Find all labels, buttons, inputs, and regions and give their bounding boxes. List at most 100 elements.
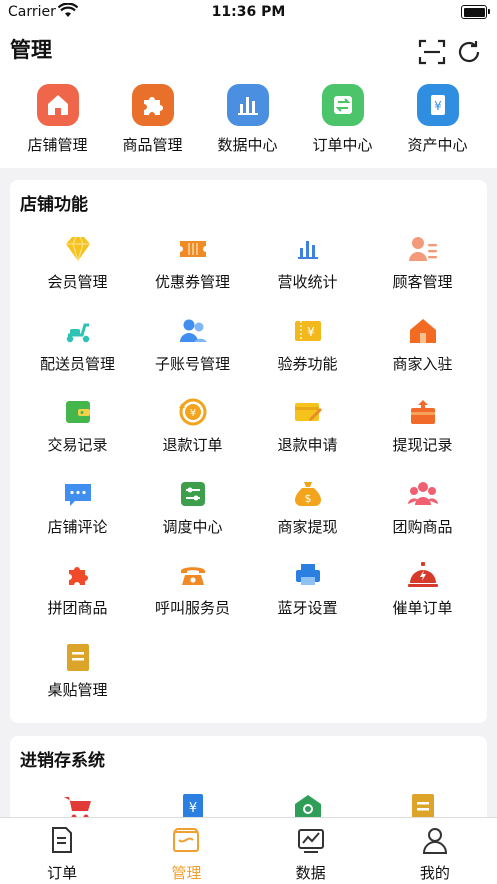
function-label: 提现记录	[392, 436, 453, 454]
coupon-check-icon: ¥	[291, 314, 325, 348]
phone-icon	[176, 558, 210, 592]
puzzle-icon	[61, 558, 95, 592]
refresh-icon[interactable]	[455, 38, 483, 66]
bar-chart-icon	[291, 232, 325, 266]
function-item[interactable]: 交易记录	[20, 395, 135, 477]
function-item[interactable]: 调度中心	[135, 477, 250, 559]
function-item[interactable]: 呼叫服务员	[135, 558, 250, 640]
quick-action-label: 商品管理	[122, 136, 183, 154]
function-item[interactable]: ¥ 验券功能	[250, 314, 365, 396]
card-edit-icon	[291, 395, 325, 429]
tab-item[interactable]: 数据	[249, 818, 373, 884]
store-functions-grid: 会员管理 优惠券管理 营收统计 顾客管理配送员管理 子账号管理 ¥ 验券功能 商家入驻交易记录…	[20, 232, 480, 721]
function-item[interactable]: 拼团商品	[20, 558, 135, 640]
function-label: 商家入驻	[392, 354, 453, 373]
scan-icon[interactable]	[418, 38, 446, 66]
function-label: 团购商品	[392, 517, 453, 536]
svg-text:¥: ¥	[188, 801, 196, 816]
customer-icon	[406, 232, 440, 266]
function-label: 会员管理	[47, 273, 108, 291]
transfer-icon	[321, 84, 364, 126]
function-item[interactable]: 配送员管理	[20, 314, 135, 396]
house-icon	[406, 314, 440, 348]
ticket-icon	[176, 232, 210, 266]
quick-action-item[interactable]: 数据中心	[200, 84, 295, 155]
quick-action-item[interactable]: 商品管理	[105, 84, 200, 155]
withdraw-box-icon	[406, 395, 440, 429]
function-label: 子账号管理	[154, 354, 230, 373]
function-label: 退款申请	[277, 436, 338, 454]
section-title: 进销存系统	[20, 751, 105, 771]
tab-label: 数据	[295, 864, 326, 882]
tab-item[interactable]: 我的	[373, 818, 497, 884]
function-item[interactable]: 蓝牙设置	[250, 558, 365, 640]
bell-icon	[406, 558, 440, 592]
function-item[interactable]: 营收统计	[250, 232, 365, 314]
tab-label: 订单	[47, 864, 78, 882]
function-item[interactable]: 退款申请	[250, 395, 365, 477]
function-item[interactable]: 店铺评论	[20, 477, 135, 559]
function-label: 配送员管理	[39, 354, 115, 373]
function-item[interactable]: 顾客管理	[365, 232, 480, 314]
function-label: 蓝牙设置	[277, 599, 338, 617]
function-label: 营收统计	[277, 273, 338, 291]
quick-actions: 店铺管理 商品管理 数据中心 订单中心 ¥ 资产中心	[0, 84, 497, 155]
function-item[interactable]: 商家入驻	[365, 314, 480, 396]
user-icon	[421, 826, 449, 858]
function-item[interactable]: $ 商家提现	[250, 477, 365, 559]
function-label: 呼叫服务员	[154, 599, 230, 617]
yen-icon: ¥	[416, 84, 459, 126]
tab-label: 我的	[419, 864, 450, 882]
tab-item[interactable]: 管理	[124, 818, 248, 884]
function-label: 顾客管理	[392, 273, 453, 291]
store-icon	[36, 84, 79, 126]
quick-action-label: 资产中心	[407, 136, 468, 154]
function-item[interactable]: 子账号管理	[135, 314, 250, 396]
function-label: 退款订单	[162, 436, 223, 454]
quick-action-item[interactable]: ¥ 资产中心	[390, 84, 485, 155]
sticker-icon	[61, 640, 95, 674]
function-label: 调度中心	[162, 517, 223, 536]
function-item[interactable]: 会员管理	[20, 232, 135, 314]
chat-bubble-icon	[61, 477, 95, 511]
quick-action-label: 店铺管理	[27, 136, 88, 154]
svg-text:$: $	[304, 492, 311, 505]
quick-action-item[interactable]: 店铺管理	[10, 84, 105, 155]
function-label: 店铺评论	[47, 517, 108, 536]
quick-action-item[interactable]: 订单中心	[295, 84, 390, 155]
page-title: 管理	[10, 38, 52, 62]
function-label: 催单订单	[392, 599, 453, 617]
wallet-icon	[61, 395, 95, 429]
battery-icon	[461, 5, 490, 19]
function-label: 商家提现	[277, 517, 338, 536]
function-label: 拼团商品	[47, 599, 108, 617]
svg-text:¥: ¥	[189, 408, 195, 419]
function-item[interactable]: 桌贴管理	[20, 640, 135, 722]
printer-icon	[291, 558, 325, 592]
function-item[interactable]: 催单订单	[365, 558, 480, 640]
function-label: 优惠券管理	[154, 273, 230, 291]
function-label: 交易记录	[47, 436, 108, 454]
chart-icon	[297, 826, 325, 858]
header: 管理 店铺管理 商品管理 数据中心 订单中心 ¥ 资产中心	[0, 24, 497, 168]
section-title: 店铺功能	[20, 195, 88, 215]
refund-coin-icon: ¥	[176, 395, 210, 429]
store-functions-card: 店铺功能 会员管理 优惠券管理 营收统计 顾客管理配送员管理 子账号管理 ¥ 验券功能 商家入…	[10, 180, 487, 723]
tab-label: 管理	[171, 864, 202, 882]
function-item[interactable]: 优惠券管理	[135, 232, 250, 314]
quick-action-label: 数据中心	[217, 136, 278, 154]
dispatch-icon	[176, 477, 210, 511]
money-bag-icon: $	[291, 477, 325, 511]
svg-text:¥: ¥	[434, 99, 442, 113]
scooter-icon	[61, 314, 95, 348]
clock: 11:36 PM	[211, 4, 286, 20]
function-item[interactable]: ¥ 退款订单	[135, 395, 250, 477]
users-icon	[176, 314, 210, 348]
function-item[interactable]: 提现记录	[365, 395, 480, 477]
function-label: 桌贴管理	[47, 680, 108, 699]
tab-item[interactable]: 订单	[0, 818, 124, 884]
svg-text:¥: ¥	[307, 325, 315, 339]
function-label: 验券功能	[277, 354, 338, 373]
manage-icon	[172, 826, 200, 858]
function-item[interactable]: 团购商品	[365, 477, 480, 559]
